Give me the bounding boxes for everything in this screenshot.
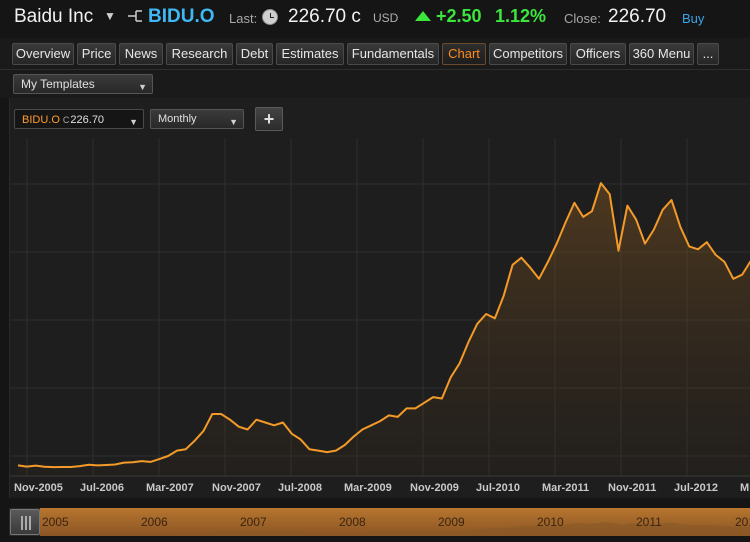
x-tick-label: Jul-2012 (674, 482, 718, 494)
tab-debt[interactable]: Debt (236, 43, 273, 65)
x-tick-label: Jul-2006 (80, 482, 124, 494)
chevron-down-icon: ▼ (138, 82, 147, 92)
tab-news[interactable]: News (119, 43, 163, 65)
company-dropdown-icon[interactable]: ▼ (104, 9, 116, 23)
x-tick-label: Mar-2009 (344, 482, 392, 494)
clock-icon (262, 9, 278, 25)
ric-link-icon[interactable] (126, 8, 144, 24)
company-name[interactable]: Baidu Inc (14, 6, 93, 28)
x-tick-label: Nov-2011 (608, 482, 656, 494)
time-navigator[interactable]: 2005 2006 2007 2008 2009 2010 2011 2012 (9, 508, 750, 536)
navigator-year-label: 2005 (42, 515, 69, 529)
tab-bar: Overview Price News Research Debt Estima… (0, 38, 750, 70)
navigator-year-label: 2007 (240, 515, 267, 529)
chart-toolbar: BIDU.O C226.70 ▼ Monthly ▼ + (10, 98, 750, 138)
navigator-year-label: 2008 (339, 515, 366, 529)
currency-label: USD (373, 11, 399, 25)
x-tick-label: Jul-2008 (278, 482, 322, 494)
templates-dropdown[interactable]: My Templates ▼ (13, 74, 153, 94)
x-tick-label: Nov-2007 (212, 482, 261, 494)
tab-price[interactable]: Price (77, 43, 116, 65)
template-bar: My Templates ▼ (0, 70, 750, 98)
price-type: C (62, 115, 70, 125)
close-label: Close: (564, 11, 601, 26)
price-area (18, 183, 750, 476)
ric-selector[interactable]: BIDU.O C226.70 ▼ (14, 109, 144, 129)
navigator-year-label: 2011 (636, 515, 662, 529)
chart-ric: BIDU.O (22, 114, 60, 126)
buy-link[interactable]: Buy (682, 11, 704, 26)
navigator-year-label: 2010 (537, 515, 564, 529)
ric-code[interactable]: BIDU.O (148, 6, 215, 28)
up-arrow-icon (415, 11, 431, 21)
grip-icon (21, 516, 31, 530)
x-tick-label: Mar-2011 (542, 482, 589, 494)
x-tick-label: Nov-2009 (410, 482, 459, 494)
navigator-year-label: 2006 (141, 515, 168, 529)
navigator-handle[interactable] (10, 509, 40, 535)
tab-chart[interactable]: Chart (442, 43, 486, 65)
percent-change: 1.12% (495, 6, 547, 26)
navigator-canvas[interactable]: 2005 2006 2007 2008 2009 2010 2011 2012 (40, 508, 750, 536)
last-label: Last: (229, 11, 258, 26)
close-price: 226.70 (608, 6, 667, 27)
quote-header: Baidu Inc ▼ BIDU.O Last: 226.70 c USD +2… (0, 0, 750, 38)
chart-price: 226.70 (70, 114, 105, 126)
tab-research[interactable]: Research (166, 43, 233, 65)
tab-estimates[interactable]: Estimates (276, 43, 344, 65)
price-chart[interactable]: Nov-2005 Jul-2006 Mar-2007 Nov-2007 Jul-2008… (9, 98, 750, 498)
x-axis-ticks: Nov-2005 Jul-2006 Mar-2007 Nov-2007 Jul-2008… (14, 482, 749, 494)
navigator-year-label: 2009 (438, 515, 465, 529)
tab-fundamentals[interactable]: Fundamentals (347, 43, 439, 65)
period-label: Monthly (158, 113, 197, 125)
add-button[interactable]: + (255, 107, 283, 131)
navigator-year-label: 2012 (735, 515, 750, 529)
chevron-down-icon: ▼ (229, 117, 238, 127)
tab-360-menu[interactable]: 360 Menu (629, 43, 694, 65)
x-tick-label: Jul-2010 (476, 482, 520, 494)
x-tick-label: M (740, 482, 749, 494)
tab-competitors[interactable]: Competitors (489, 43, 567, 65)
last-price: 226.70 c (288, 6, 361, 27)
chart-canvas[interactable]: Nov-2005 Jul-2006 Mar-2007 Nov-2007 Jul-2008… (10, 98, 750, 498)
net-change: +2.50 (436, 6, 482, 26)
chevron-down-icon: ▼ (129, 117, 138, 127)
tab-more[interactable]: ... (697, 43, 719, 65)
tab-overview[interactable]: Overview (12, 43, 74, 65)
tab-officers[interactable]: Officers (570, 43, 626, 65)
x-tick-label: Mar-2007 (146, 482, 194, 494)
period-dropdown[interactable]: Monthly ▼ (150, 109, 244, 129)
x-tick-label: Nov-2005 (14, 482, 63, 494)
templates-dropdown-label: My Templates (21, 77, 95, 91)
